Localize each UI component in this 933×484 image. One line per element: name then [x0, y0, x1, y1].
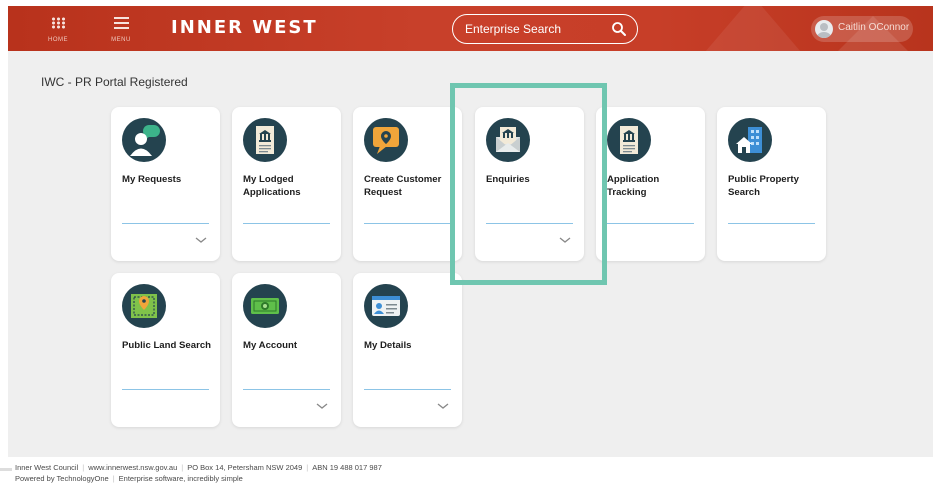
home-button[interactable]: HOME — [38, 14, 78, 46]
footer-tagline: Enterprise software, incredibly simple — [118, 474, 243, 483]
tile-divider — [728, 223, 815, 224]
brand-logo[interactable]: INNER WEST — [171, 17, 318, 38]
tile-label: Create Customer Request — [364, 174, 442, 198]
tile-my-lodged-applications[interactable]: My Lodged Applications — [232, 107, 341, 261]
map-pin-chat-icon — [364, 118, 408, 162]
chevron-down-icon[interactable] — [195, 235, 207, 245]
tile-label: Public Land Search — [122, 340, 212, 351]
tile-label: Application Tracking — [607, 174, 660, 198]
user-menu[interactable]: Caitlin OConnor — [811, 16, 913, 42]
tile-my-requests[interactable]: My Requests — [111, 107, 220, 261]
menu-label: MENU — [111, 37, 131, 43]
tile-application-tracking[interactable]: Application Tracking — [596, 107, 705, 261]
person-chat-icon — [122, 118, 166, 162]
land-map-pin-icon — [122, 284, 166, 328]
tile-divider — [243, 389, 330, 390]
tile-label: My Details — [364, 340, 412, 351]
tile-public-property-search[interactable]: Public Property Search — [717, 107, 826, 261]
tile-label: My Account — [243, 340, 298, 351]
building-document-icon — [243, 118, 287, 162]
user-name: Caitlin OConnor — [838, 22, 910, 33]
enquiries-highlight-box — [450, 83, 607, 285]
page-title: IWC - PR Portal Registered — [41, 75, 188, 89]
tile-create-customer-request[interactable]: Create Customer Request — [353, 107, 462, 261]
top-header-bar: HOME MENU INNER WEST Caitlin OConnor — [8, 6, 933, 51]
tile-divider — [364, 389, 451, 390]
tile-divider — [243, 223, 330, 224]
search-input[interactable] — [465, 20, 605, 38]
chevron-down-icon[interactable] — [316, 401, 328, 411]
footer-website-link[interactable]: www.innerwest.nsw.gov.au — [88, 463, 177, 472]
tile-divider — [364, 223, 451, 224]
hamburger-icon — [113, 17, 129, 29]
tile-divider — [122, 223, 209, 224]
tile-my-details[interactable]: My Details — [353, 273, 462, 427]
footer-address: PO Box 14, Petersham NSW 2049 — [187, 463, 303, 472]
id-card-icon — [364, 284, 408, 328]
avatar — [815, 20, 833, 38]
footer-abn: ABN 19 488 017 987 — [312, 463, 382, 472]
tile-divider — [122, 389, 209, 390]
footer-line-1: Inner West Council | www.innerwest.nsw.gov… — [15, 463, 382, 472]
tile-label: My Lodged Applications — [243, 174, 301, 198]
tile-label: Public Property Search — [728, 174, 799, 198]
search-icon[interactable] — [611, 21, 627, 37]
tile-public-land-search[interactable]: Public Land Search — [111, 273, 220, 427]
menu-button[interactable]: MENU — [101, 14, 141, 46]
enterprise-search[interactable] — [452, 14, 638, 44]
edge-marker — [0, 468, 12, 471]
home-label: HOME — [48, 37, 68, 43]
tile-label: My Requests — [122, 174, 182, 185]
footer-powered[interactable]: Powered by TechnologyOne — [15, 474, 109, 483]
footer: Inner West Council | www.innerwest.nsw.gov… — [15, 462, 382, 484]
building-document-icon — [607, 118, 651, 162]
house-buildings-icon — [728, 118, 772, 162]
chevron-down-icon[interactable] — [437, 401, 449, 411]
banknote-icon — [243, 284, 287, 328]
grid-icon — [51, 17, 65, 29]
header-decoration — [693, 6, 813, 51]
footer-org: Inner West Council — [15, 463, 79, 472]
tile-divider — [607, 223, 694, 224]
tile-my-account[interactable]: My Account — [232, 273, 341, 427]
footer-line-2: Powered by TechnologyOne | Enterprise soft… — [15, 474, 243, 483]
